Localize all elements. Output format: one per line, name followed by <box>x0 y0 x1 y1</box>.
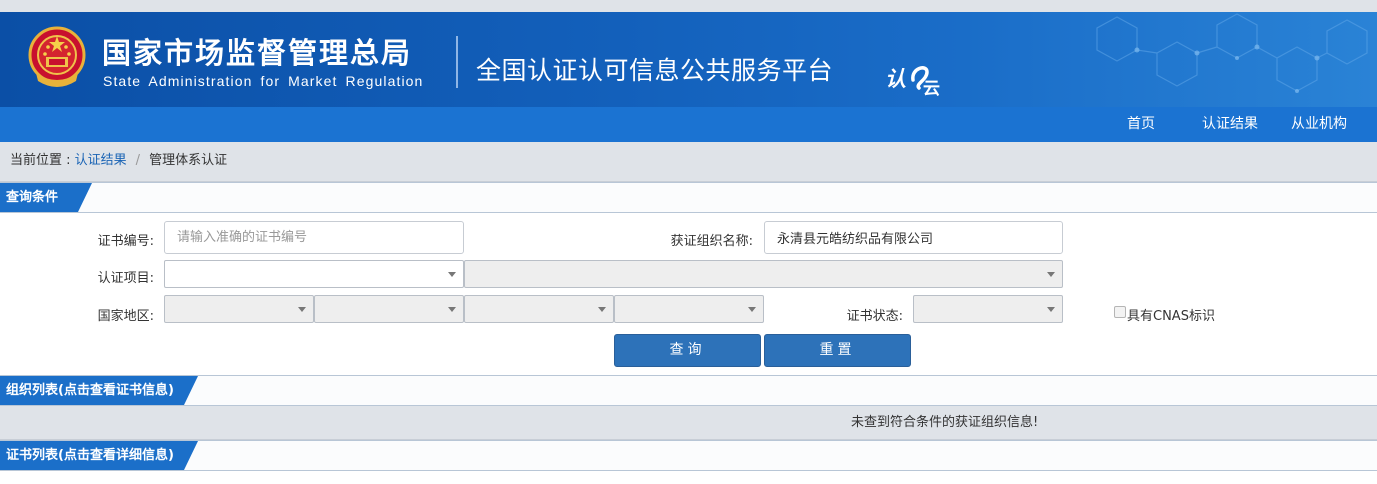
query-section-title: 查询条件 <box>0 183 92 212</box>
breadcrumb-current: 管理体系认证 <box>149 153 228 168</box>
breadcrumb-link-cert-results[interactable]: 认证结果 <box>75 153 127 168</box>
chevron-down-icon <box>748 307 756 312</box>
cert-status-select[interactable] <box>913 295 1063 323</box>
nav-item-cert-results[interactable]: 认证结果 <box>1202 107 1258 142</box>
project-subtype-select[interactable] <box>464 260 1063 288</box>
top-strip <box>0 0 1377 12</box>
chevron-down-icon <box>298 307 306 312</box>
cert-no-label: 证书编号: <box>97 234 154 249</box>
search-button[interactable]: 查询 <box>614 334 761 367</box>
org-list-section-header: 组织列表(点击查看证书信息) <box>0 375 1377 406</box>
chevron-down-icon <box>1047 307 1055 312</box>
region-province-select[interactable] <box>314 295 464 323</box>
region-country-select[interactable] <box>164 295 314 323</box>
breadcrumb-prefix: 当前位置 : <box>10 153 75 168</box>
chevron-down-icon <box>598 307 606 312</box>
chevron-down-icon <box>1047 272 1055 277</box>
agency-name-cn: 国家市场监督管理总局 <box>102 36 413 70</box>
query-form: 证书编号: 获证组织名称: 认证项目: 国家地区: 证书状态: 具有CNAS标识… <box>0 213 1377 375</box>
site-banner: 国家市场监督管理总局 State Administration for Mark… <box>0 12 1377 107</box>
svg-text:认: 认 <box>885 67 906 91</box>
national-emblem-icon <box>28 26 86 87</box>
org-name-input[interactable] <box>764 221 1063 254</box>
org-name-label: 获证组织名称: <box>670 234 753 249</box>
org-list-section-title: 组织列表(点击查看证书信息) <box>0 376 198 405</box>
header-divider <box>456 36 458 88</box>
main-nav: 首页 认证结果 从业机构 <box>0 107 1377 142</box>
status-label: 证书状态: <box>846 309 903 324</box>
breadcrumb-separator: / <box>135 153 141 168</box>
region-label: 国家地区: <box>97 309 154 324</box>
region-city-select[interactable] <box>464 295 614 323</box>
cert-no-input[interactable] <box>164 221 464 254</box>
chevron-down-icon <box>448 307 456 312</box>
reset-button[interactable]: 重置 <box>764 334 911 367</box>
nav-item-institutions[interactable]: 从业机构 <box>1291 107 1347 142</box>
org-list-empty-row: 未查到符合条件的获证组织信息! <box>0 406 1377 440</box>
org-list-empty-message: 未查到符合条件的获证组织信息! <box>851 415 1039 430</box>
platform-logo-icon: 认 云 <box>885 66 940 98</box>
cert-list-section-title: 证书列表(点击查看详细信息) <box>0 441 198 470</box>
breadcrumb: 当前位置 : 认证结果 / 管理体系认证 <box>0 142 1377 182</box>
project-type-select[interactable] <box>164 260 464 288</box>
cert-list-section-header: 证书列表(点击查看详细信息) <box>0 440 1377 471</box>
svg-text:云: 云 <box>923 79 940 98</box>
cnas-checkbox-label[interactable]: 具有CNAS标识 <box>1127 305 1215 324</box>
agency-name-en: State Administration for Market Regulati… <box>103 73 424 89</box>
cnas-checkbox[interactable] <box>1114 306 1126 318</box>
project-label: 认证项目: <box>97 271 154 286</box>
chevron-down-icon <box>448 272 456 277</box>
region-district-select[interactable] <box>614 295 764 323</box>
hexagon-network-decoration <box>1096 13 1368 93</box>
platform-name: 全国认证认可信息公共服务平台 <box>476 56 834 85</box>
nav-item-home[interactable]: 首页 <box>1127 107 1155 142</box>
query-section-header: 查询条件 <box>0 182 1377 213</box>
